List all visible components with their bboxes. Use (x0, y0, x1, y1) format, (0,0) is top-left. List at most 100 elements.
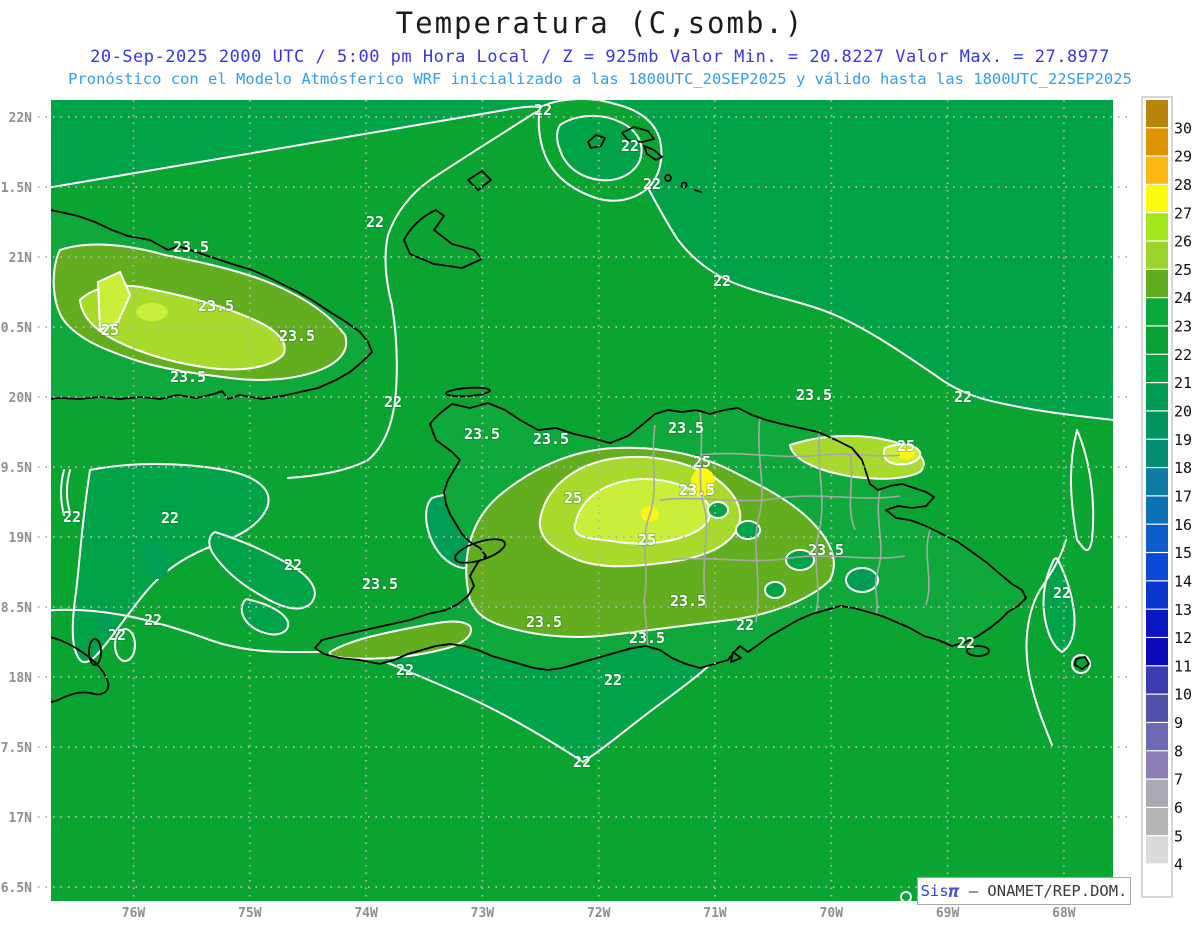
lon-label: 74W (354, 906, 378, 921)
branding-text: – ONAMET/REP.DOM. (959, 882, 1128, 900)
colorbar-cell (1146, 553, 1168, 581)
colorbar-cell (1146, 128, 1168, 156)
contour-label-22: 22 (108, 626, 126, 644)
colorbar-tick: 10 (1174, 686, 1192, 704)
lat-label: 21N (9, 251, 33, 266)
colorbar-tick: 30 (1174, 119, 1192, 137)
lon-label: 70W (820, 906, 844, 921)
contour-label-25: 25 (897, 437, 915, 455)
contour-label-25: 25 (564, 489, 582, 507)
lat-label: 17N (9, 811, 33, 826)
contour-label-23.5: 23.5 (526, 613, 562, 631)
contour-label-25: 25 (638, 531, 656, 549)
colorbar-cell (1146, 411, 1168, 439)
lon-label: 73W (471, 906, 495, 921)
sispi-logo-pi: π (948, 880, 960, 902)
lat-label: 9.5N (1, 461, 32, 476)
lon-label: 69W (936, 906, 960, 921)
contour-label-23.5: 23.5 (629, 629, 665, 647)
colorbar-cell (1146, 638, 1168, 666)
contour-label-25: 25 (101, 321, 119, 339)
colorbar-tick: 25 (1174, 261, 1192, 279)
sispi-logo-sis: Sis (920, 882, 949, 900)
contour-label-22: 22 (534, 101, 552, 119)
colorbar-cell (1146, 779, 1168, 807)
colorbar-tick: 26 (1174, 233, 1192, 251)
colorbar-tick: 29 (1174, 148, 1192, 166)
colorbar-cell (1146, 100, 1168, 128)
colorbar-cell (1146, 524, 1168, 552)
lat-label: 20N (9, 391, 33, 406)
forecast-map: 22 22 22 22 22 22 22 22 22 22 22 22 22 22 22 22 22 22 23.5… (1, 96, 1192, 921)
lon-label: 75W (238, 906, 262, 921)
coast-fragment-left-2 (35, 681, 47, 684)
contour-label-22: 22 (713, 272, 731, 290)
colorbar-tick: 16 (1174, 516, 1192, 534)
colorbar-tick: 22 (1174, 346, 1192, 364)
contour-label-23.5: 23.5 (362, 575, 398, 593)
contour-label-22: 22 (366, 213, 384, 231)
contour-label-23.5: 23.5 (533, 430, 569, 448)
contour-label-22: 22 (736, 616, 754, 634)
colorbar-tick: 12 (1174, 629, 1192, 647)
branding-box: Sis π – ONAMET/REP.DOM. (917, 877, 1131, 905)
contour-label-23.5: 23.5 (464, 425, 500, 443)
lat-label: 6.5N (1, 881, 32, 896)
colorbar-tick: 19 (1174, 431, 1192, 449)
colorbar-cell (1146, 864, 1168, 892)
colorbar-cell (1146, 581, 1168, 609)
lat-label: 7.5N (1, 741, 32, 756)
colorbar-cell (1146, 609, 1168, 637)
colorbar-tick: 23 (1174, 318, 1192, 336)
lat-label: 0.5N (1, 321, 32, 336)
colorbar-cell (1146, 184, 1168, 213)
contour-label-22: 22 (396, 661, 414, 679)
contour-label-23.5: 23.5 (198, 297, 234, 315)
contour-label-23.5: 23.5 (679, 481, 715, 499)
colorbar-cell (1146, 326, 1168, 354)
colorbar-tick: 28 (1174, 176, 1192, 194)
colorbar-cell (1146, 383, 1168, 411)
colorbar-cell (1146, 468, 1168, 496)
contour-label-22: 22 (1053, 584, 1071, 602)
colorbar-tick: 8 (1174, 742, 1183, 760)
colorbar-tick: 14 (1174, 572, 1192, 590)
colorbar-tick: 13 (1174, 601, 1192, 619)
latitude-axis: 22N 1.5N 21N 0.5N 20N 9.5N 19N 8.5N 18N 7.5N 17N 6.… (1, 111, 32, 896)
colorbar-ticks: 30 29 28 27 26 25 24 23 22 21 20 19 18 17 16 15 14 13 12 11… (1174, 119, 1192, 873)
colorbar-cell (1146, 694, 1168, 722)
contour-label-22: 22 (604, 671, 622, 689)
colorbar-cell (1146, 666, 1168, 694)
lon-label: 72W (587, 906, 611, 921)
colorbar-tick: 7 (1174, 771, 1183, 789)
lat-label: 18N (9, 671, 33, 686)
colorbar-tick: 9 (1174, 714, 1183, 732)
colorbar-tick: 17 (1174, 487, 1192, 505)
lat-label: 22N (9, 111, 33, 126)
lon-label: 76W (122, 906, 146, 921)
colorbar-tick: 4 (1174, 856, 1183, 874)
colorbar-tick: 21 (1174, 374, 1192, 392)
colorbar-tick: 15 (1174, 544, 1192, 562)
contour-label-22: 22 (63, 508, 81, 526)
colorbar-cell (1146, 723, 1168, 751)
colorbar-tick: 5 (1174, 827, 1183, 845)
contour-label-23.5: 23.5 (796, 386, 832, 404)
contour-label-23.5: 23.5 (808, 541, 844, 559)
colorbar-cell (1146, 213, 1168, 241)
lon-label: 71W (703, 906, 727, 921)
weather-map-page: Temperatura (C,somb.) 20-Sep-2025 2000 U… (0, 0, 1200, 927)
colorbar-cell (1146, 241, 1168, 269)
lat-label: 1.5N (1, 181, 32, 196)
contour-label-22: 22 (954, 388, 972, 406)
lon-label: 68W (1052, 906, 1076, 921)
colorbar-tick: 20 (1174, 403, 1192, 421)
temperature-shading (35, 100, 1113, 901)
contour-label-23.5: 23.5 (668, 419, 704, 437)
colorbar-tick: 27 (1174, 204, 1192, 222)
contour-label-22: 22 (284, 556, 302, 574)
contour-label-22: 22 (957, 634, 975, 652)
lat-label: 19N (9, 531, 33, 546)
colorbar: 30 29 28 27 26 25 24 23 22 21 20 19 18 17 16 15 14 13 12 11… (1141, 96, 1192, 898)
colorbar-tick: 6 (1174, 799, 1183, 817)
